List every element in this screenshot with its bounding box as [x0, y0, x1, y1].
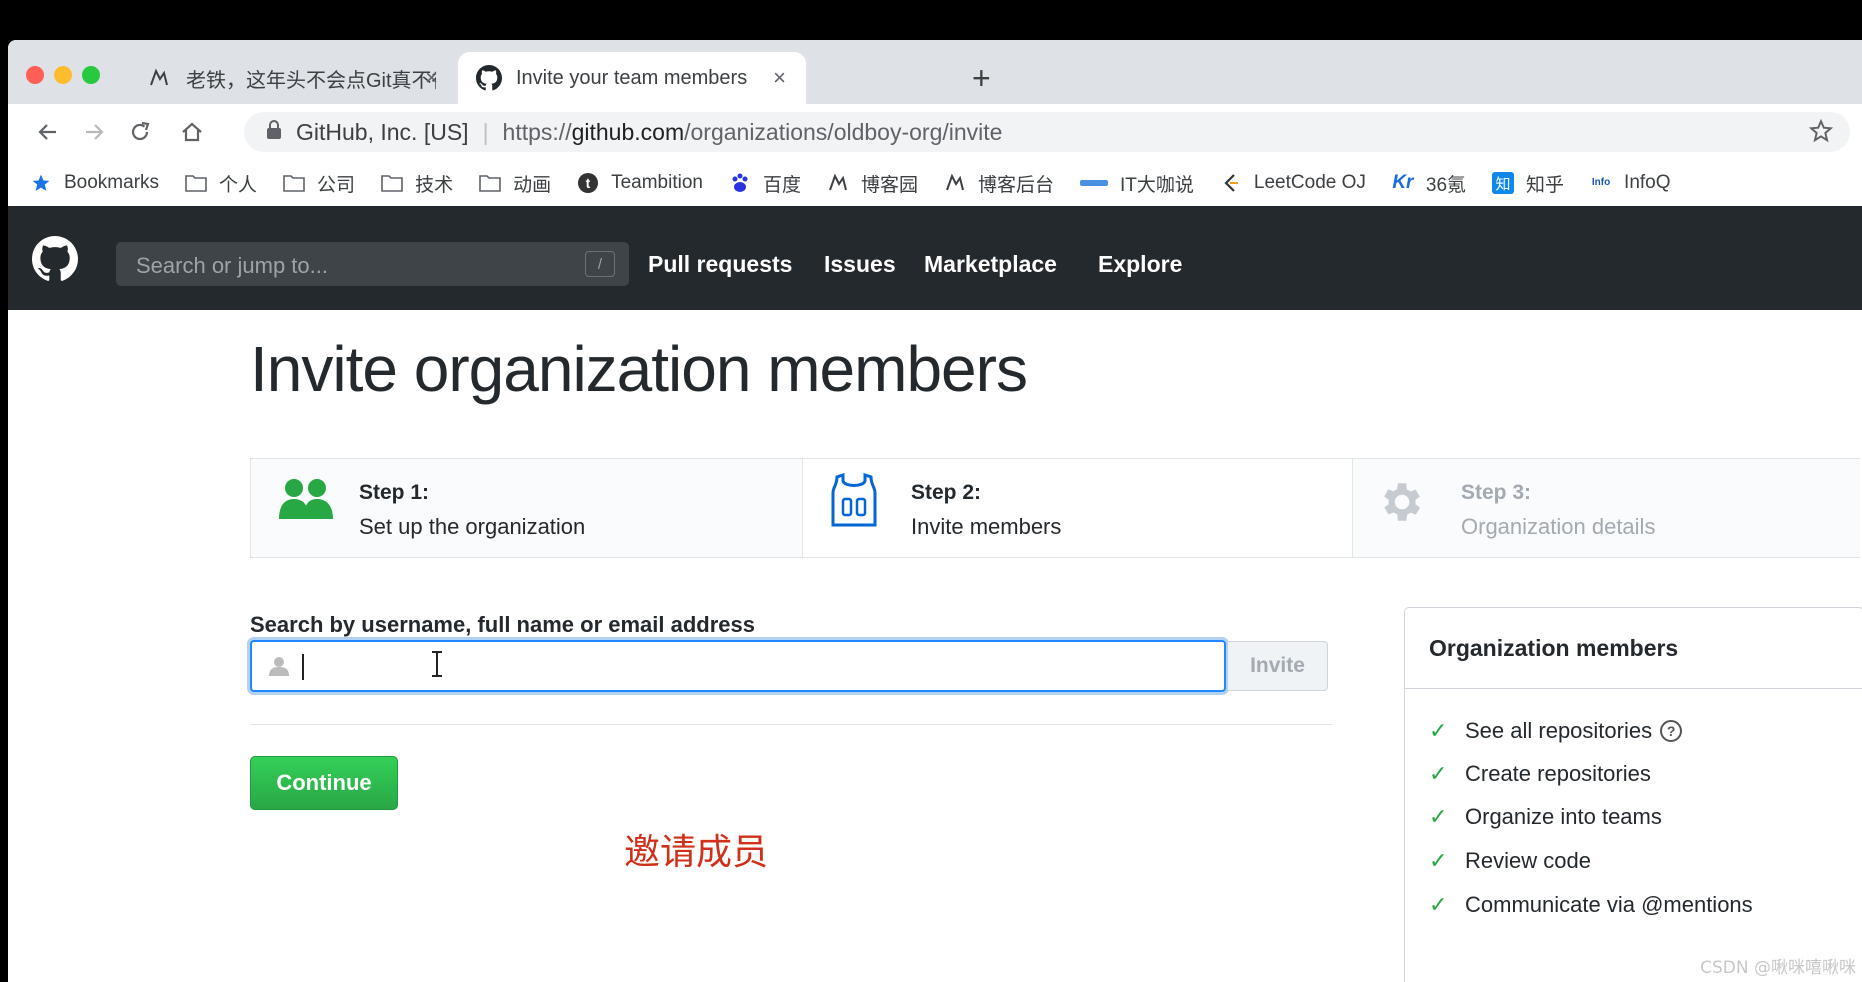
- check-icon: ✓: [1429, 761, 1448, 786]
- permission-label: Create repositories: [1465, 761, 1651, 786]
- permission-label: Organize into teams: [1465, 804, 1662, 829]
- organization-members-panel: Organization members ✓ See all repositor…: [1404, 607, 1862, 982]
- check-icon: ✓: [1429, 804, 1448, 829]
- overlay-caption: 邀请成员: [624, 832, 769, 873]
- step-3: Step 3: Organization details: [1353, 459, 1861, 557]
- check-icon: ✓: [1429, 892, 1448, 917]
- permission-label: See all repositories: [1465, 718, 1653, 743]
- permission-label: Communicate via @mentions: [1465, 892, 1753, 917]
- text-caret: [302, 654, 304, 680]
- search-label: Search by username, full name or email a…: [250, 612, 755, 637]
- step-1: Step 1: Set up the organization: [251, 459, 803, 557]
- invite-button[interactable]: Invite: [1228, 641, 1328, 691]
- page-title: Invite organization members: [250, 333, 1028, 405]
- gear-icon: [1375, 477, 1425, 532]
- mouse-cursor-ibeam: [430, 650, 444, 685]
- divider: [250, 724, 1332, 725]
- step-description: Organization details: [1461, 514, 1656, 539]
- permission-item: ✓ Communicate via @mentions: [1429, 892, 1753, 918]
- check-icon: ✓: [1429, 718, 1448, 743]
- permission-item: ✓ Review code: [1429, 848, 1591, 874]
- people-icon: [277, 477, 335, 526]
- panel-title: Organization members: [1429, 635, 1679, 661]
- permission-item: ✓ Create repositories: [1429, 761, 1651, 787]
- check-icon: ✓: [1429, 848, 1448, 873]
- browser-window: 老铁，这年头不会点Git真不行! × Invite your team memb…: [8, 40, 1862, 982]
- permission-label: Review code: [1465, 848, 1591, 873]
- jersey-icon: [831, 472, 877, 532]
- step-description: Set up the organization: [359, 514, 586, 539]
- permission-item: ✓ Organize into teams: [1429, 804, 1662, 830]
- permission-item: ✓ See all repositories ?: [1429, 718, 1683, 744]
- help-icon[interactable]: ?: [1660, 720, 1683, 742]
- user-icon: [268, 655, 290, 682]
- step-title: Step 1:: [359, 481, 430, 504]
- continue-button[interactable]: Continue: [250, 756, 398, 810]
- step-2: Step 2: Invite members: [803, 459, 1353, 557]
- panel-header: Organization members: [1405, 608, 1862, 689]
- step-description: Invite members: [911, 514, 1062, 539]
- steps-progress: Step 1: Set up the organization Step 2: …: [250, 458, 1860, 558]
- member-search-input[interactable]: [250, 640, 1226, 692]
- watermark: CSDN @啾咪嘻啾咪: [1700, 958, 1856, 978]
- step-title: Step 3:: [1461, 481, 1532, 504]
- step-title: Step 2:: [911, 481, 982, 504]
